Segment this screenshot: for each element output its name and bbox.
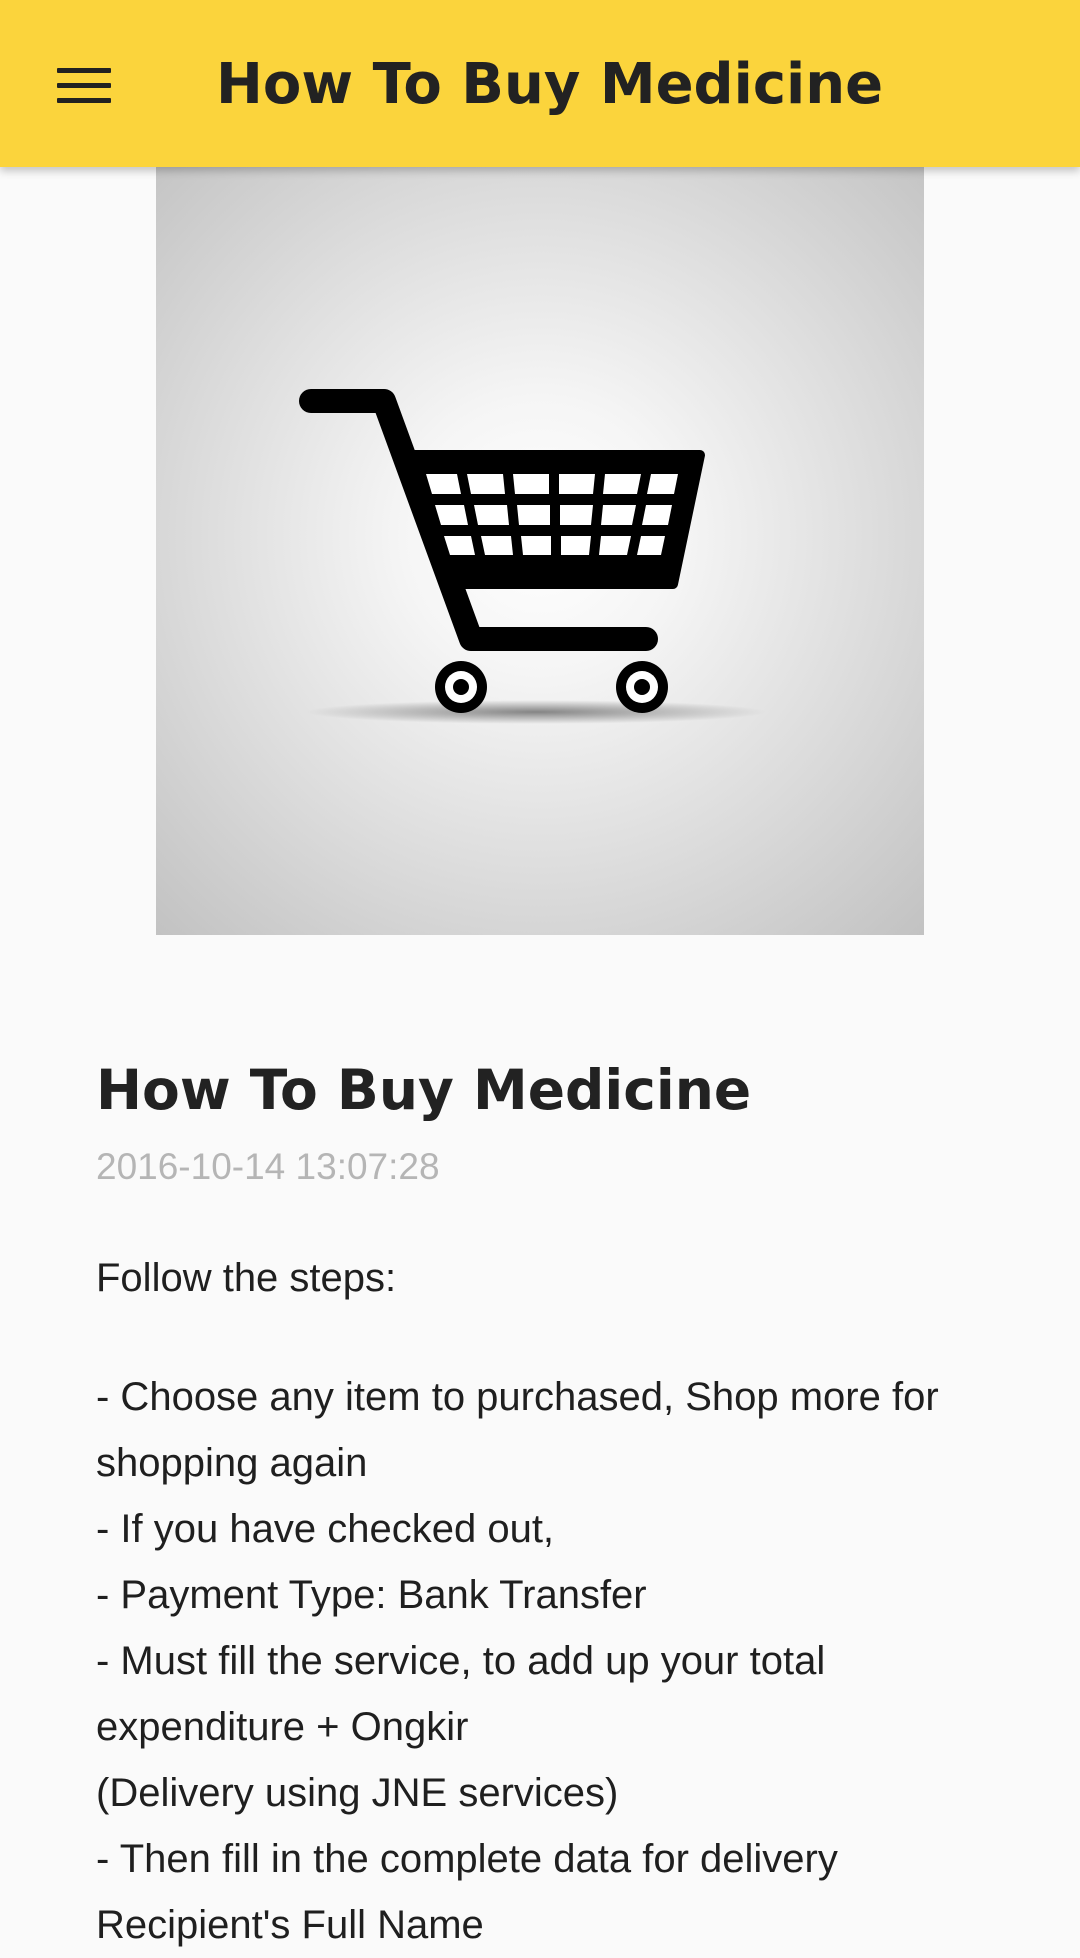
cart-wheel-left <box>435 661 487 713</box>
hamburger-menu-icon-line <box>57 82 111 88</box>
article-date: 2016-10-14 13:07:28 <box>96 1146 440 1187</box>
article-steps: - Choose any item to purchased, Shop mor… <box>96 1364 1026 1958</box>
article-line: shopping again <box>96 1441 368 1485</box>
article-line: - Payment Type: Bank Transfer <box>96 1573 647 1617</box>
article-line: expenditure + Ongkir <box>96 1705 469 1749</box>
hero-image <box>156 167 924 935</box>
app-bar: How To Buy Medicine <box>0 0 1080 167</box>
article-line: - If you have checked out, <box>96 1507 555 1551</box>
article-line: - Then fill in the complete data for del… <box>96 1837 838 1881</box>
article-line: Recipient's Full Name <box>96 1903 484 1947</box>
article-line: - Must fill the service, to add up your … <box>96 1639 826 1683</box>
app-bar-title: How To Buy Medicine <box>216 52 884 117</box>
article-line: (Delivery using JNE services) <box>96 1771 619 1815</box>
article-line: - Choose any item to purchased, Shop mor… <box>96 1375 939 1419</box>
shopping-cart-icon <box>299 389 766 724</box>
article-title: How To Buy Medicine <box>96 1058 752 1122</box>
hamburger-menu-icon-line <box>57 97 111 103</box>
cart-shadow <box>306 700 766 724</box>
article-intro: Follow the steps: <box>96 1256 397 1300</box>
menu-button[interactable] <box>40 45 128 125</box>
cart-wheel-right <box>616 661 668 713</box>
hamburger-menu-icon <box>57 67 111 73</box>
